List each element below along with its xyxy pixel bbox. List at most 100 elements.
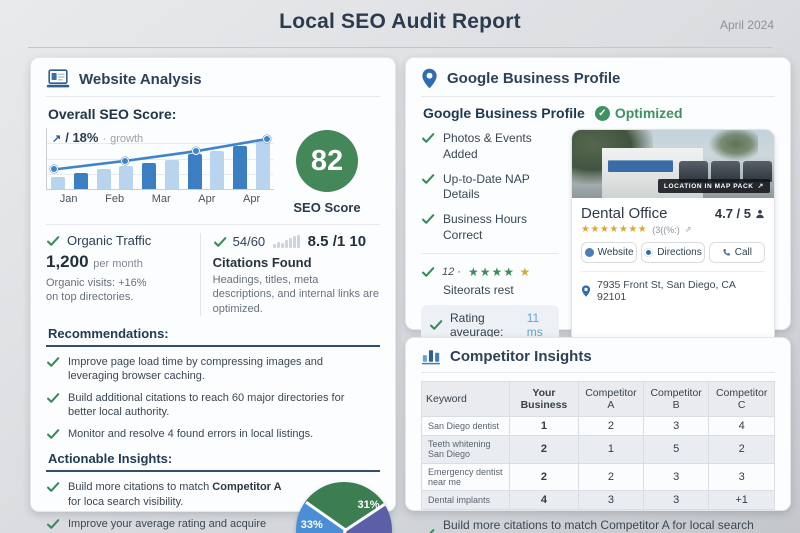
map-pin-icon	[581, 285, 591, 297]
map-pack-badge-label: LOCATION IN MAP PACK	[663, 182, 754, 190]
gbp-panel-header: Google Business Profile	[421, 68, 775, 97]
trend-up-icon: ↗	[52, 133, 62, 145]
check-icon	[46, 357, 60, 367]
organic-unit: per month	[93, 258, 143, 270]
seo-plot: ↗ / 18% · growth	[46, 128, 274, 190]
citations-ratio: 54/60	[232, 234, 266, 249]
x-axis-labels: Jan Feb Mar Apr Apr	[46, 193, 274, 205]
share-arrow-icon: ⇗	[684, 225, 692, 234]
rank-cell: 2	[509, 462, 579, 492]
competitor-panel-title: Competitor Insights	[450, 347, 592, 365]
business-actions: Website Directions Call	[581, 242, 765, 263]
citations-title: Citations Found	[212, 255, 312, 270]
list-item: Build more citations to match Competitor…	[46, 480, 292, 509]
list-item: Improve your average rating and acquire …	[46, 517, 292, 533]
equalizer-icon	[273, 235, 300, 248]
table-row: Teeth whitening San Diego 2 1 5 2	[421, 435, 775, 464]
checklist-text: Photos & Events Added	[443, 131, 532, 161]
rank-cell: 3	[642, 416, 710, 436]
rank-cell: +1	[708, 490, 775, 511]
check-icon	[429, 320, 443, 330]
gbp-panel: Google Business Profile Google Business …	[405, 57, 791, 421]
col-header-competitor-a: Competitor A	[577, 381, 644, 417]
business-photo: LOCATION IN MAP PACK ↗	[572, 130, 774, 198]
rank-cell: 3	[642, 490, 710, 511]
gbp-subtitle: Google Business Profile	[423, 105, 585, 121]
col-header-competitor-b: Competitor B	[642, 381, 710, 417]
stats-section: Organic Traffic 1,200 per month Organic …	[46, 233, 380, 316]
organic-traffic-stat: Organic Traffic 1,200 per month Organic …	[46, 233, 200, 316]
list-item: Photos & Events Added	[421, 131, 559, 163]
check-icon	[46, 393, 60, 403]
star-icons-gold: ★★★★★★★	[581, 224, 648, 235]
seo-score-badge: 82 SEO Score	[274, 128, 380, 215]
insights-section: Build more citations to match Competitor…	[46, 480, 392, 533]
divider	[46, 224, 380, 225]
business-stars-row: ★★★★★★★ (3((%:) ⇗	[581, 224, 765, 235]
table-header-row: Keyword Your Business Competitor A Compe…	[421, 381, 775, 417]
business-card-body: Dental Office 4.7 / 5 ★★★★★★★ (3((%:) ⇗ …	[572, 198, 774, 311]
organic-traffic-title: Organic Traffic	[67, 233, 152, 248]
rating-value: 4.7 / 5	[714, 206, 751, 221]
website-panel-header: Website Analysis	[46, 69, 380, 97]
x-tick: Feb	[105, 193, 125, 205]
business-name: Dental Office	[581, 205, 668, 222]
optimized-badge: ✓ Optimized	[594, 105, 683, 121]
rank-cell: 4	[708, 416, 775, 436]
recommendations-list: Improve page load time by compressing im…	[46, 355, 380, 442]
rank-cell: 4	[509, 490, 579, 511]
laptop-icon	[46, 69, 70, 88]
insight-competitor: Competitor A	[212, 481, 282, 494]
competitor-note-text: Build more citations to match Competitor…	[443, 518, 754, 533]
rank-cell: 1	[577, 435, 644, 464]
x-tick: Apr	[243, 193, 261, 205]
check-icon	[421, 133, 435, 143]
seo-score-value: 82	[296, 130, 358, 192]
organic-traffic-value: 1,200 per month	[46, 252, 192, 272]
rank-cell: 5	[642, 435, 710, 464]
check-circle-icon: ✓	[594, 105, 610, 121]
rank-cell: 3	[708, 462, 775, 492]
report-date: April 2024	[719, 18, 774, 32]
col-header-competitor-c: Competitor C	[708, 381, 775, 417]
rank-cell: 2	[708, 435, 775, 464]
gbp-subheader: Google Business Profile ✓ Optimized	[423, 105, 775, 121]
seo-trend-chart: ↗ / 18% · growth Jan Feb Mar Apr Apr	[46, 128, 274, 205]
business-listing-card: LOCATION IN MAP PACK ↗ Dental Office 4.7…	[571, 129, 775, 345]
pie-slice-label: 31%	[357, 498, 380, 511]
rank-cell: 3	[642, 462, 710, 492]
keyword-cell: Dental implants	[421, 490, 510, 511]
check-icon	[421, 267, 435, 277]
insight-text: Build more citations to match Competitor…	[68, 480, 292, 509]
insight-text: Improve your average rating and acquire …	[68, 517, 267, 533]
checklist-text: Up-to-Date NAP Details	[443, 171, 530, 202]
organic-note: Organic visits: +16% on top directories.	[46, 276, 192, 305]
photo-sign	[608, 159, 673, 172]
insight-pre: Build more citations to match	[68, 481, 213, 494]
citations-stat: 54/60 8.5 /1 10 Citations Found Headings…	[199, 233, 380, 316]
organic-note-line1: Organic visits: +16%	[46, 277, 147, 289]
trend-dot	[263, 134, 272, 143]
map-pack-badge[interactable]: LOCATION IN MAP PACK ↗	[657, 179, 770, 193]
website-button[interactable]: Website	[581, 242, 638, 263]
page-title: Local SEO Audit Report	[279, 10, 521, 33]
arrow-up-right-icon: ↗	[757, 183, 764, 190]
photo-palm-tree	[709, 130, 758, 162]
call-button-label: Call	[734, 247, 752, 258]
directions-button-label: Directions	[657, 247, 702, 258]
list-item: Improve page load time by compressing im…	[46, 355, 380, 384]
organic-value: 1,200	[46, 252, 89, 271]
gbp-columns: Photos & Events Added Up-to-Date NAP Det…	[421, 129, 775, 345]
gbp-panel-title: Google Business Profile	[447, 70, 621, 87]
call-button[interactable]: Call	[708, 242, 765, 263]
rating-average-value: 11 ms	[526, 310, 543, 339]
keyword-cell: Emergency dentist near me	[421, 462, 510, 492]
citations-desc: Headings, titles, meta descriptions, and…	[212, 274, 379, 315]
keyword-cell: San Diego dentist	[421, 416, 510, 436]
insight-post: for loca search visibility.	[68, 495, 184, 508]
checklist-text: Business Hours Correct	[443, 212, 528, 243]
business-rating: 4.7 / 5	[715, 206, 765, 221]
directions-button[interactable]: Directions	[641, 242, 705, 263]
competitor-table: Keyword Your Business Competitor A Compe…	[421, 381, 775, 511]
seo-score-label: SEO Score	[293, 200, 361, 215]
